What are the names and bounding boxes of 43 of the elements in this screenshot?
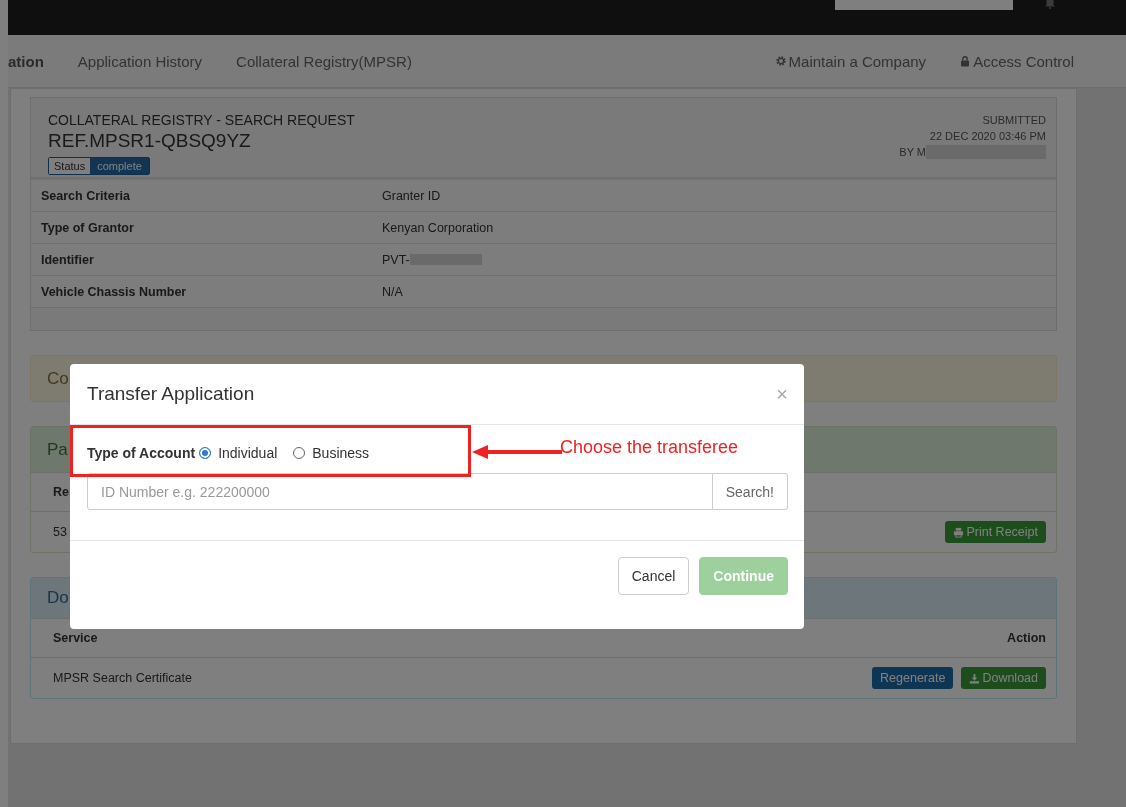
cancel-button[interactable]: Cancel — [617, 557, 690, 595]
field-label: Type of Account — [87, 445, 196, 461]
action-button[interactable]: Print Receipt — [945, 521, 1046, 543]
input-field[interactable]: ID Number e.g. 222200000 — [87, 473, 713, 510]
nav-link[interactable]: Access Control — [959, 52, 1074, 70]
nav-link[interactable]: Collateral Registry(MPSR) — [236, 52, 412, 70]
printer-icon — [953, 526, 965, 538]
radio-option[interactable]: Business — [293, 445, 370, 461]
status-label: Status — [49, 158, 91, 174]
submitted-by: BY M — [899, 145, 926, 160]
table-cell: N/A — [382, 284, 403, 299]
table-cell-text: Vehicle Chassis Number — [40, 284, 188, 299]
action-button[interactable]: Regenerate — [872, 667, 954, 689]
nav-link[interactable]: ation — [8, 52, 44, 70]
nav-link[interactable]: Maintain a Company — [774, 52, 927, 70]
column-header: Re — [53, 485, 69, 499]
table-cell: MPSR Search Certificate — [53, 671, 192, 685]
table-cell: Granter ID — [382, 188, 441, 203]
table-cell-text: Type of Grantor — [40, 220, 135, 235]
submitted-label: SUBMITTED — [981, 113, 1046, 128]
table-cell: PVT- — [382, 252, 410, 267]
bell-icon — [1044, 0, 1056, 9]
table-cell: Kenyan Corporation — [382, 220, 494, 235]
column-header: Action — [1007, 631, 1046, 645]
reference-number: REF.MPSR1-QBSQ9YZ — [48, 130, 252, 152]
table-cell: 53 — [53, 525, 67, 539]
annotation-text: Choose the transferee — [560, 437, 739, 458]
search-field[interactable] — [835, 0, 1013, 10]
table-cell-text: Search Criteria — [40, 188, 131, 203]
radio-button[interactable] — [199, 447, 212, 459]
search-button[interactable]: Search! — [712, 473, 788, 510]
column-header: Service — [53, 631, 98, 645]
settings-icon — [774, 55, 787, 67]
action-button[interactable]: Download — [961, 667, 1046, 689]
status-value: complete — [90, 158, 149, 174]
table-cell-text: Identifier — [40, 252, 95, 267]
submitted-date: 22 DEC 2020 03:46 PM — [928, 129, 1046, 144]
nav-link[interactable]: Application History — [77, 52, 203, 70]
request-title: COLLATERAL REGISTRY - SEARCH REQUEST — [48, 112, 355, 128]
radio-option[interactable]: Individual — [199, 445, 278, 461]
radio-button[interactable] — [293, 447, 306, 459]
lock-icon — [959, 55, 972, 67]
download-icon — [969, 672, 981, 684]
